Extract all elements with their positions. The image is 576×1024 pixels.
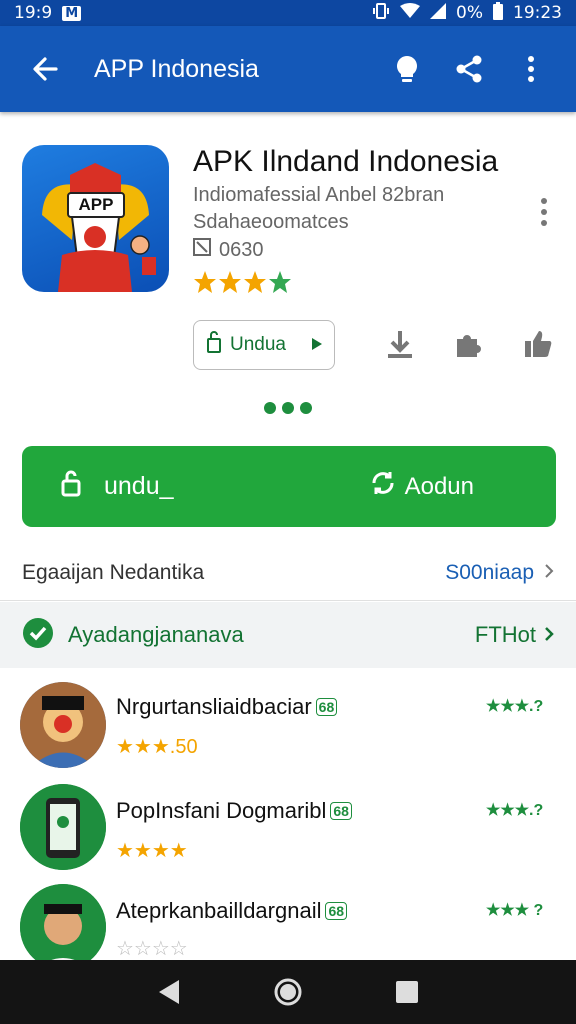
lock-icon bbox=[206, 330, 222, 360]
list-item-title-text: Nrgurtansliaidbaciar bbox=[116, 694, 312, 719]
status-time: 19:9 bbox=[14, 3, 53, 23]
sync-icon bbox=[369, 469, 397, 504]
list-item-rating: ★★★.? bbox=[486, 698, 544, 715]
download-icon[interactable] bbox=[380, 324, 420, 364]
list-item[interactable]: PopInsfani Dogmaribl 68 ★★★★ ★★★.? bbox=[0, 780, 576, 880]
app-bar: APP Indonesia bbox=[0, 26, 576, 112]
nav-home-icon[interactable] bbox=[268, 972, 308, 1012]
list-item-stars: ★★★★ bbox=[116, 840, 188, 862]
play-arrow-icon bbox=[312, 334, 322, 356]
list-item-title-text: PopInsfani Dogmaribl bbox=[116, 798, 327, 823]
page-dot bbox=[300, 402, 312, 414]
vibrate-icon bbox=[372, 2, 390, 25]
avatar bbox=[20, 784, 106, 870]
info-row-label: Egaaijan Nedantika bbox=[22, 560, 205, 584]
unlock-icon bbox=[60, 469, 82, 504]
list-item-tag: 68 bbox=[330, 802, 352, 820]
list-item-title-text: Ateprkanbailldargnail bbox=[116, 898, 322, 923]
download-small-button[interactable]: Undua bbox=[193, 320, 335, 370]
list-item-stars: ☆☆☆☆ bbox=[116, 938, 188, 960]
download-small-label: Undua bbox=[230, 334, 286, 355]
app-icon: APP bbox=[22, 145, 169, 292]
page-dots bbox=[264, 402, 312, 414]
app-rating-stars bbox=[193, 270, 293, 296]
list-item-title: PopInsfani Dogmaribl 68 bbox=[116, 798, 352, 824]
install-label: undu_ bbox=[104, 472, 174, 500]
avatar bbox=[20, 682, 106, 768]
share-icon[interactable] bbox=[444, 44, 494, 94]
status-bar: 19:9 M 0% 19:23 bbox=[0, 0, 576, 26]
list-item-tag: 68 bbox=[325, 902, 348, 920]
wifi-icon bbox=[400, 2, 421, 24]
signal-icon bbox=[430, 2, 447, 24]
info-row-link-text: S00niaap bbox=[445, 560, 534, 584]
app-developer: Indiomafessial Anbel 82bran bbox=[193, 184, 445, 206]
chevron-right-icon bbox=[544, 561, 554, 585]
app-title: APK Ilndand Indonesia bbox=[193, 145, 499, 178]
info-row-link[interactable]: S00niaap bbox=[445, 561, 554, 585]
section-link[interactable]: FTHot bbox=[475, 622, 554, 648]
page-dot bbox=[282, 402, 294, 414]
app-size-value: 0630 bbox=[219, 238, 264, 261]
avatar bbox=[20, 884, 106, 970]
open-button[interactable]: Aodun bbox=[369, 469, 474, 504]
section-title: Ayadangjananava bbox=[68, 622, 244, 647]
list-item-stars: ★★★.50 bbox=[116, 736, 198, 758]
open-label: Aodun bbox=[404, 472, 474, 500]
app-more-icon[interactable] bbox=[530, 195, 558, 229]
info-row[interactable]: Egaaijan Nedantika S00niaap bbox=[0, 545, 576, 601]
notification-badge: M bbox=[62, 5, 82, 21]
page-dot bbox=[264, 402, 276, 414]
list-item-title: Nrgurtansliaidbaciar 68 bbox=[116, 694, 338, 720]
battery-icon bbox=[493, 1, 503, 25]
nav-back-icon[interactable] bbox=[149, 972, 189, 1012]
puzzle-icon[interactable] bbox=[448, 324, 488, 364]
lightbulb-icon[interactable] bbox=[382, 44, 432, 94]
app-bar-title: APP Indonesia bbox=[94, 54, 259, 83]
back-arrow-icon[interactable] bbox=[20, 44, 70, 94]
thumbs-up-icon[interactable] bbox=[518, 324, 558, 364]
section-link-text: FTHot bbox=[474, 622, 536, 647]
check-circle-icon bbox=[22, 617, 54, 654]
list-item-rating: ★★★ ? bbox=[486, 902, 544, 919]
list-item-rating: ★★★.? bbox=[486, 802, 544, 819]
size-icon bbox=[193, 238, 211, 262]
list-item-title: Ateprkanbailldargnail 68 bbox=[116, 898, 348, 924]
app-size: 0630 bbox=[193, 238, 264, 262]
system-nav-bar bbox=[0, 960, 576, 1024]
more-vert-icon[interactable] bbox=[506, 44, 556, 94]
nav-recents-icon[interactable] bbox=[387, 972, 427, 1012]
status-clock: 19:23 bbox=[513, 3, 562, 23]
app-logo-text: APP bbox=[78, 195, 114, 214]
primary-action-bar: undu_ Aodun bbox=[22, 446, 556, 527]
app-category: Sdahaeoomatces bbox=[193, 211, 349, 233]
battery-text: 0% bbox=[456, 3, 483, 23]
chevron-right-icon bbox=[544, 622, 554, 648]
section-header[interactable]: Ayadangjananava FTHot bbox=[0, 602, 576, 668]
list-item-tag: 68 bbox=[315, 698, 338, 716]
list-item[interactable]: Nrgurtansliaidbaciar 68 ★★★.50 ★★★.? bbox=[0, 676, 576, 776]
install-button[interactable]: undu_ bbox=[60, 469, 369, 504]
